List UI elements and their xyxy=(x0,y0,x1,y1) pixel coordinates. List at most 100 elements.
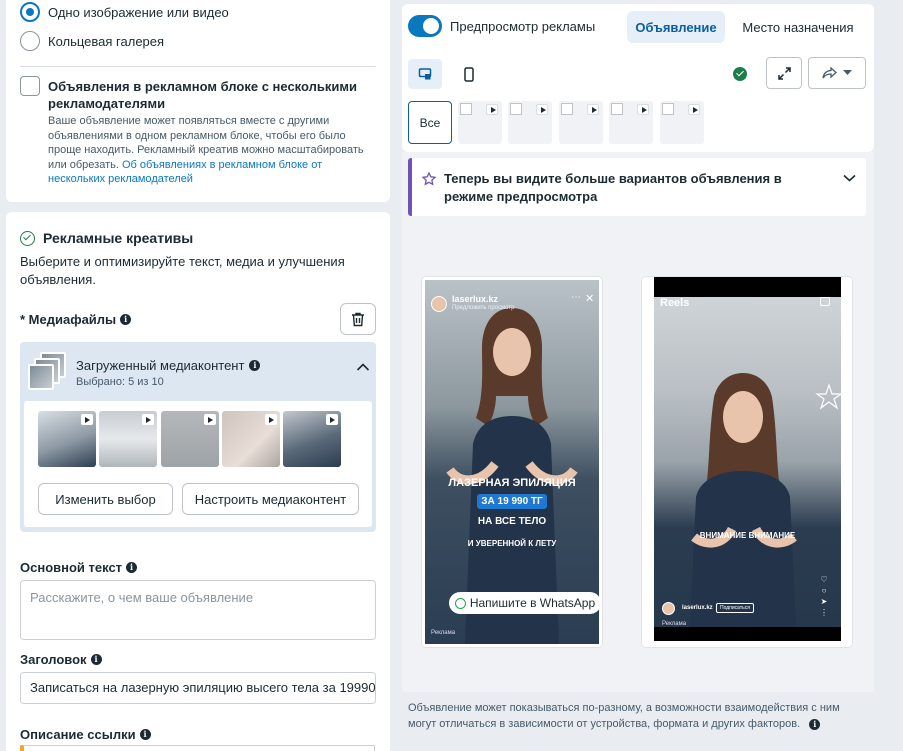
success-check-icon xyxy=(733,67,747,81)
radio-label-single: Одно изображение или видео xyxy=(48,4,229,20)
reels-follow-button[interactable]: Подписаться xyxy=(716,603,754,613)
image-placeholder-icon xyxy=(662,103,674,115)
radio-carousel[interactable]: Кольцевая галерея xyxy=(20,31,164,51)
trash-icon xyxy=(352,312,364,326)
headline-input[interactable]: Записаться на лазерную эпиляцию высего т… xyxy=(20,672,376,704)
heart-icon[interactable]: ♡ xyxy=(820,574,828,585)
headline-label-text: Заголовок xyxy=(20,652,87,667)
more-icon[interactable]: ⋮ xyxy=(820,607,828,618)
info-icon[interactable]: i xyxy=(120,314,132,325)
creatives-desc: Выберите и оптимизируйте текст, медиа и … xyxy=(20,254,345,287)
reels-screen: Reels ВНИМАНИЕ ВНИМАНИЕ laserlux.kz Подп… xyxy=(654,277,841,641)
play-icon xyxy=(486,104,498,115)
radio-button-checked[interactable] xyxy=(20,2,40,22)
preview-stage: Теперь вы видите больше вариантов объявл… xyxy=(402,152,874,692)
delete-media-button[interactable] xyxy=(340,303,376,335)
play-icon xyxy=(688,104,700,115)
play-icon xyxy=(265,414,277,425)
placement-filter-thumb[interactable] xyxy=(458,101,502,144)
reels-avatar xyxy=(662,602,675,615)
creatives-header: Рекламные креативы xyxy=(20,230,193,246)
radio-single-media[interactable]: Одно изображение или видео xyxy=(20,2,229,22)
more-dots-icon[interactable]: ⋯ xyxy=(571,292,581,303)
comment-icon[interactable]: ○ xyxy=(820,585,828,596)
check-circle-icon xyxy=(20,230,35,246)
reels-action-icons: ♡ ○ ➤ ⋮ xyxy=(820,574,828,618)
close-icon[interactable]: ✕ xyxy=(585,292,594,305)
tab-ad[interactable]: Объявление xyxy=(627,11,725,43)
whatsapp-icon xyxy=(454,597,466,609)
fullscreen-button[interactable] xyxy=(766,57,802,89)
person-image xyxy=(690,373,841,627)
share-button[interactable] xyxy=(808,57,866,89)
play-icon xyxy=(326,414,338,425)
story-line-1: ЛАЗЕРНАЯ ЭПИЛЯЦИЯ xyxy=(448,477,576,489)
tab-placement[interactable]: Место назначения xyxy=(737,11,859,43)
preview-toggle[interactable] xyxy=(408,15,442,37)
placement-filter-thumb[interactable] xyxy=(609,101,653,144)
chevron-down-icon[interactable] xyxy=(843,174,856,182)
story-preview[interactable]: laserlux.kz Предложить просмотр ⋯ ✕ ЛАЗЕ… xyxy=(422,277,602,647)
preview-toggle-label: Предпросмотр рекламы xyxy=(450,19,596,34)
media-selected-count: Выбрано: 5 из 10 xyxy=(76,376,164,388)
link-desc-input[interactable] xyxy=(20,745,375,751)
preview-notice[interactable]: Теперь вы видите больше вариантов объявл… xyxy=(408,158,866,216)
story-line-2: ЗА 19 990 ТГ xyxy=(477,494,547,509)
media-label: * Медиафайлы i xyxy=(20,312,132,327)
info-icon[interactable]: i xyxy=(139,729,151,740)
whatsapp-cta-label: Напишите в WhatsApp xyxy=(469,596,596,610)
play-icon xyxy=(536,104,548,115)
placement-filter-all[interactable]: Все xyxy=(408,101,452,144)
reels-preview[interactable]: Reels ВНИМАНИЕ ВНИМАНИЕ laserlux.kz Подп… xyxy=(642,277,852,647)
multi-advertiser-checkbox[interactable] xyxy=(20,76,40,96)
media-thumbnail[interactable] xyxy=(222,411,280,467)
placement-filter-thumb[interactable] xyxy=(660,101,704,144)
play-icon xyxy=(587,104,599,115)
info-icon[interactable]: i xyxy=(809,719,821,730)
preview-footer-text: Объявление может показываться по-разному… xyxy=(408,702,840,730)
media-thumbnail[interactable] xyxy=(283,411,341,467)
camera-icon[interactable] xyxy=(820,297,830,306)
media-thumbnail[interactable] xyxy=(38,411,96,467)
multi-advertiser-title: Объявления в рекламном блоке с нескольки… xyxy=(48,79,357,111)
primary-text-input[interactable]: Расскажите, о чем ваше объявление xyxy=(20,580,376,640)
chevron-up-icon[interactable] xyxy=(356,362,370,372)
play-icon xyxy=(81,414,93,425)
placement-filter-thumb[interactable] xyxy=(508,101,552,144)
story-screen: laserlux.kz Предложить просмотр ⋯ ✕ ЛАЗЕ… xyxy=(425,280,599,644)
info-icon[interactable]: i xyxy=(126,562,138,573)
mobile-icon xyxy=(464,66,474,82)
star-icon xyxy=(422,172,436,186)
placement-filter-thumb[interactable] xyxy=(559,101,603,144)
primary-text-label: Основной текст i xyxy=(20,560,138,575)
media-panel-title-text: Загруженный медиаконтент xyxy=(76,358,245,373)
format-card: Одно изображение или видео Кольцевая гал… xyxy=(6,0,390,202)
multi-advertiser-desc: Ваше объявление может появляться вместе … xyxy=(48,114,378,187)
info-icon[interactable]: i xyxy=(90,654,102,665)
person-image xyxy=(446,308,578,644)
play-icon xyxy=(204,414,216,425)
radio-button[interactable] xyxy=(20,31,40,51)
preview-footer-note: Объявление может показываться по-разному… xyxy=(408,700,853,732)
mobile-view-button[interactable] xyxy=(452,59,486,89)
caret-down-icon xyxy=(843,70,852,75)
link-desc-label-text: Описание ссылки xyxy=(20,727,136,742)
share-icon[interactable]: ➤ xyxy=(820,596,828,607)
headline-label: Заголовок i xyxy=(20,652,102,667)
media-stack-icon xyxy=(28,352,68,392)
whatsapp-cta-button[interactable]: Напишите в WhatsApp xyxy=(449,592,599,614)
media-thumbnail[interactable] xyxy=(161,411,219,467)
media-thumbnail[interactable] xyxy=(99,411,157,467)
image-placeholder-icon xyxy=(460,103,472,115)
play-icon xyxy=(142,414,154,425)
play-icon xyxy=(637,104,649,115)
info-icon[interactable]: i xyxy=(249,360,261,371)
configure-media-button[interactable]: Настроить медиаконтент xyxy=(182,483,359,515)
image-placeholder-icon xyxy=(561,103,573,115)
primary-text-label-text: Основной текст xyxy=(20,560,123,575)
reels-ad-tag: Реклама xyxy=(662,621,687,627)
notice-text: Теперь вы видите больше вариантов объявл… xyxy=(444,171,782,204)
desktop-view-button[interactable] xyxy=(408,59,442,89)
change-selection-button[interactable]: Изменить выбор xyxy=(38,483,173,515)
image-placeholder-icon xyxy=(510,103,522,115)
